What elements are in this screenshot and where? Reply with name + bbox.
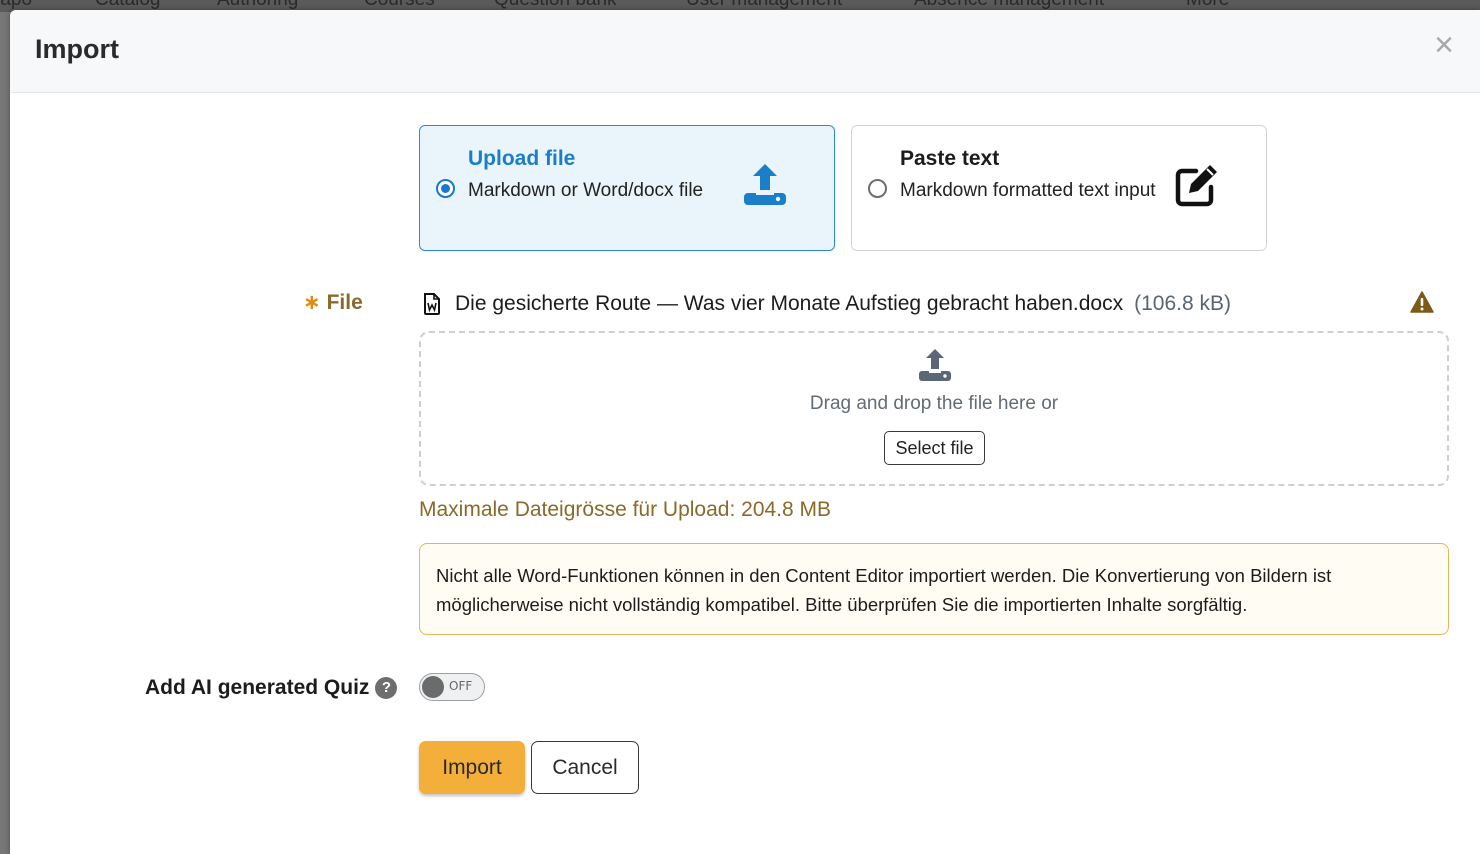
toggle-state-text: OFF [449,679,473,693]
word-document-icon [424,293,440,315]
dropzone-hint: Drag and drop the file here or [809,393,1059,414]
cancel-button[interactable]: Cancel [531,741,639,794]
option-title: Paste text [900,147,1000,170]
file-size: (106.8 kB) [1134,292,1231,315]
radio-paste-text[interactable] [868,179,887,198]
warning-icon[interactable] [1410,291,1434,313]
radio-upload-file[interactable] [436,179,455,198]
import-warning-notice: Nicht alle Word-Funktionen können in den… [419,543,1449,635]
close-icon[interactable]: × [1430,28,1458,62]
file-field-label: ∗ File [303,290,363,315]
upload-icon [744,164,786,205]
edit-icon [1175,165,1217,207]
dialog-title: Import [35,34,119,64]
ai-quiz-label: Add AI generated Quiz ? [145,676,398,700]
dialog-header: Import × [10,10,1480,93]
file-label-text: File [326,291,363,314]
import-button[interactable]: Import [419,741,525,794]
file-dropzone[interactable]: Drag and drop the file here or Select fi… [419,331,1449,486]
import-dialog: Import × Upload file Markdown or Word/do… [10,10,1480,854]
file-name: Die gesicherte Route — Was vier Monate A… [455,292,1124,315]
ai-quiz-label-text: Add AI generated Quiz [145,676,370,699]
upload-icon [919,349,951,381]
option-paste-text[interactable]: Paste text Markdown formatted text input [851,125,1267,251]
ai-quiz-toggle[interactable]: OFF [419,673,485,701]
toggle-knob [422,676,444,698]
option-description: Markdown formatted text input [900,180,1156,201]
option-description: Markdown or Word/docx file [468,180,704,201]
select-file-button[interactable]: Select file [884,431,985,465]
option-title: Upload file [468,147,576,170]
selected-file: Die gesicherte Route — Was vier Monate A… [423,289,1231,319]
option-upload-file[interactable]: Upload file Markdown or Word/docx file [419,125,835,251]
required-marker: ∗ [303,291,321,314]
help-icon[interactable]: ? [375,677,398,699]
max-upload-size: Maximale Dateigrösse für Upload: 204.8 M… [419,498,832,521]
